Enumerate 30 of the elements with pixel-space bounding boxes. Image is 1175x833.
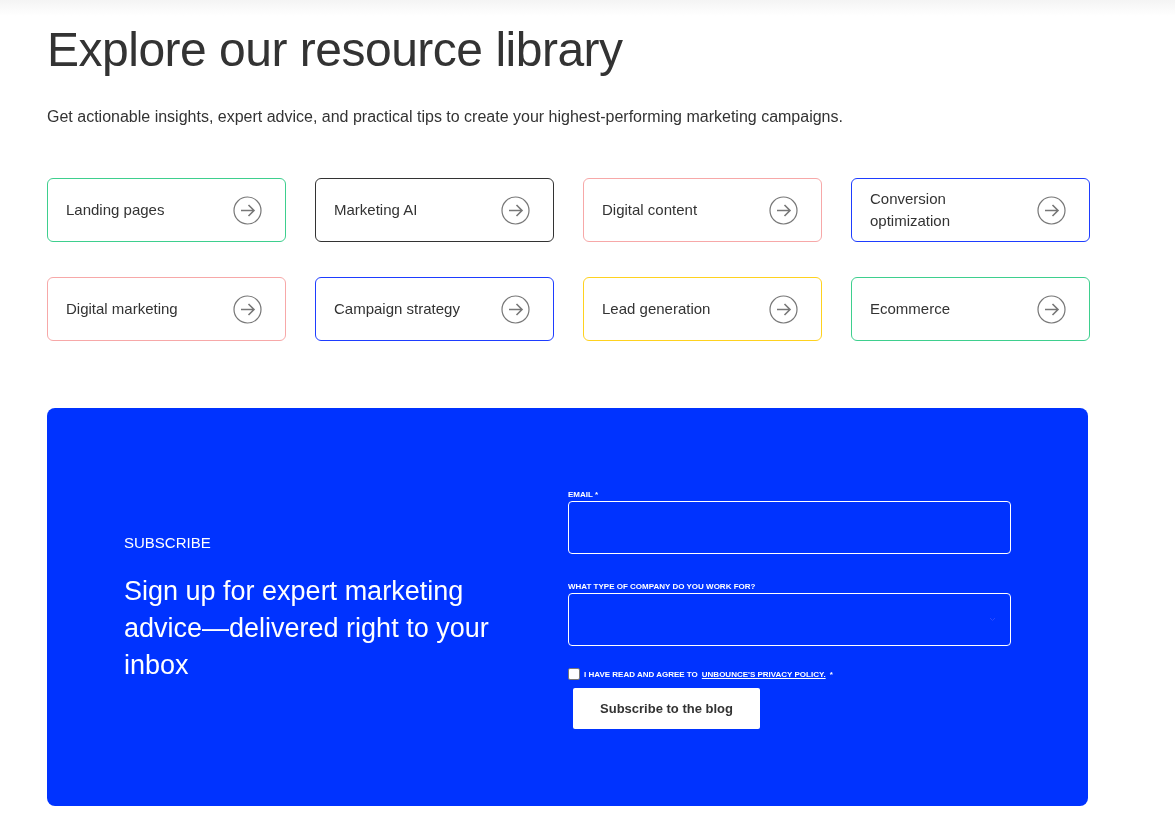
caret-icon: [989, 617, 996, 622]
arrow-circle-icon: [1037, 195, 1066, 225]
topic-card[interactable]: Marketing AI: [315, 178, 554, 242]
consent-checkbox[interactable]: [568, 668, 580, 680]
company-select[interactable]: [568, 593, 1011, 646]
arrow-circle-icon: [769, 195, 798, 225]
subscribe-button[interactable]: Subscribe to the blog: [573, 688, 760, 729]
intro-text: Get actionable insights, expert advice, and practical tips to create your highest-performing marketing campaigns.: [47, 108, 844, 126]
arrow-circle-icon: [501, 294, 530, 324]
topic-card[interactable]: Landing pages: [47, 178, 286, 242]
required-mark: *: [829, 669, 833, 679]
page-heading: Explore our resource library: [47, 22, 624, 78]
consent-text: I HAVE READ AND AGREE TO: [584, 669, 698, 679]
topic-card[interactable]: Lead generation: [583, 277, 822, 341]
topic-card[interactable]: Digital marketing: [47, 277, 286, 341]
email-label: EMAIL *: [568, 490, 600, 499]
privacy-policy-link[interactable]: UNBOUNCE'S PRIVACY POLICY.: [701, 669, 826, 679]
arrow-circle-icon: [769, 294, 798, 324]
arrow-circle-icon: [501, 195, 530, 225]
topic-card[interactable]: Digital content: [583, 178, 822, 242]
topic-card[interactable]: Campaign strategy: [315, 277, 554, 341]
email-field[interactable]: [568, 501, 1011, 554]
topic-card[interactable]: Ecommerce: [851, 277, 1090, 341]
arrow-circle-icon: [233, 195, 262, 225]
subscribe-title: Sign up for expert marketing advice—delivered right to your inbox: [124, 575, 490, 682]
topic-card[interactable]: Conversion optimization: [851, 178, 1090, 242]
company-label: WHAT TYPE OF COMPANY DO YOU WORK FOR?: [568, 582, 757, 591]
subscribe-eyebrow: SUBSCRIBE: [124, 534, 212, 551]
arrow-circle-icon: [233, 294, 262, 324]
arrow-circle-icon: [1037, 294, 1066, 324]
